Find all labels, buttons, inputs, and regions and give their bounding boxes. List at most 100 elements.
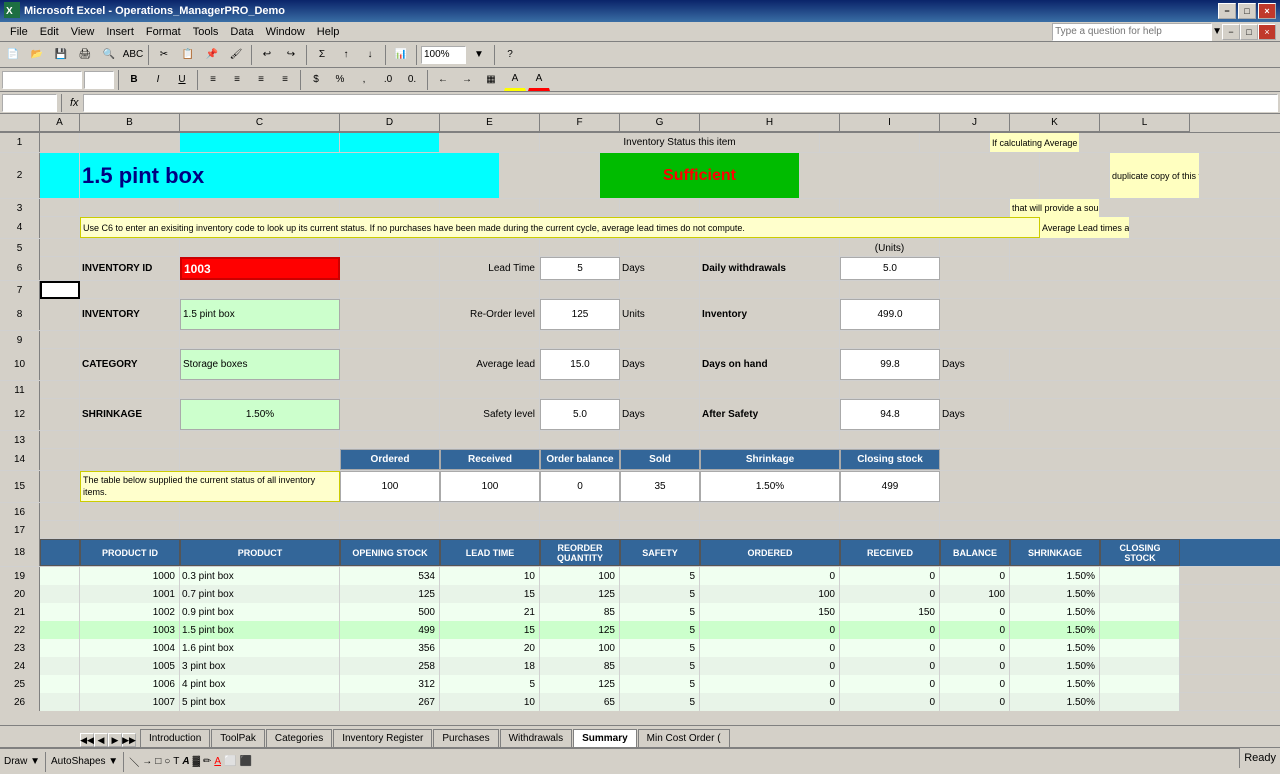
product-id-22[interactable]: 1003 — [80, 621, 180, 639]
cell-c16[interactable] — [180, 503, 340, 521]
shrinkage-19[interactable]: 1.50% — [1010, 567, 1100, 585]
col-header-h[interactable]: H — [700, 114, 840, 132]
cell-h9[interactable] — [700, 331, 840, 349]
draw-arrow-icon[interactable]: → — [142, 756, 152, 767]
inventory-i-value[interactable]: 499.0 — [840, 299, 940, 330]
shrinkage-26[interactable]: 1.50% — [1010, 693, 1100, 711]
ordered-20[interactable]: 100 — [700, 585, 840, 603]
cell-c1[interactable] — [180, 133, 340, 152]
help-restore-btn[interactable]: □ — [1240, 24, 1258, 40]
chart-btn[interactable]: 📊 — [390, 44, 412, 66]
cell-a-21[interactable] — [40, 603, 80, 621]
currency-btn[interactable]: $ — [305, 69, 327, 91]
cell-d7[interactable] — [340, 281, 440, 299]
cell-h13[interactable] — [700, 431, 840, 449]
opening-23[interactable]: 356 — [340, 639, 440, 657]
autosum-btn[interactable]: Σ — [311, 44, 333, 66]
cell-a-25[interactable] — [40, 675, 80, 693]
cell-c5[interactable] — [180, 239, 340, 257]
sheet-tab-purchases[interactable]: Purchases — [433, 729, 498, 747]
cell-b7[interactable] — [80, 281, 180, 299]
underline-btn[interactable]: U — [171, 69, 193, 91]
reorder-26[interactable]: 65 — [540, 693, 620, 711]
cell-a10[interactable] — [40, 349, 80, 380]
cell-g7[interactable] — [620, 281, 700, 299]
balance-19[interactable]: 0 — [940, 567, 1010, 585]
help-dropdown-icon[interactable]: ▼ — [1212, 26, 1222, 37]
draw-rect-icon[interactable]: □ — [155, 756, 161, 767]
cell-a4[interactable] — [40, 217, 80, 238]
balance-21[interactable]: 0 — [940, 603, 1010, 621]
cell-d3[interactable] — [340, 199, 440, 217]
indent-increase-btn[interactable]: → — [456, 69, 478, 91]
cell-i11[interactable] — [840, 381, 940, 399]
reorder-22[interactable]: 125 — [540, 621, 620, 639]
cell-a12[interactable] — [40, 399, 80, 430]
cell-e5[interactable] — [440, 239, 540, 257]
cell-i3[interactable] — [840, 199, 940, 217]
cell-a-20[interactable] — [40, 585, 80, 603]
cell-g13[interactable] — [620, 431, 700, 449]
shrinkage-23[interactable]: 1.50% — [1010, 639, 1100, 657]
after-safety-value[interactable]: 94.8 — [840, 399, 940, 430]
closing-21[interactable] — [1100, 603, 1180, 621]
sheet-tab-toolpak[interactable]: ToolPak — [211, 729, 265, 747]
product-id-26[interactable]: 1007 — [80, 693, 180, 711]
lead-19[interactable]: 10 — [440, 567, 540, 585]
opening-19[interactable]: 534 — [340, 567, 440, 585]
ordered-24[interactable]: 0 — [700, 657, 840, 675]
italic-btn[interactable]: I — [147, 69, 169, 91]
cell-g5[interactable] — [620, 239, 700, 257]
menu-file[interactable]: File — [4, 24, 34, 40]
cell-d6[interactable] — [340, 257, 440, 280]
cell-c9[interactable] — [180, 331, 340, 349]
shrinkage-25[interactable]: 1.50% — [1010, 675, 1100, 693]
reorder-21[interactable]: 85 — [540, 603, 620, 621]
menu-help[interactable]: Help — [311, 24, 346, 40]
draw-fill-icon[interactable]: ▓ — [193, 756, 200, 767]
cell-c3[interactable] — [180, 199, 340, 217]
draw-text-icon[interactable]: T — [173, 756, 179, 767]
comma-btn[interactable]: , — [353, 69, 375, 91]
lead-23[interactable]: 20 — [440, 639, 540, 657]
cell-a9[interactable] — [40, 331, 80, 349]
paste-btn[interactable]: 📌 — [201, 44, 223, 66]
sheet-tab-inventory-register[interactable]: Inventory Register — [333, 729, 432, 747]
cell-h5[interactable] — [700, 239, 840, 257]
received-21[interactable]: 150 — [840, 603, 940, 621]
product-name-22[interactable]: 1.5 pint box — [180, 621, 340, 639]
col-header-j[interactable]: J — [940, 114, 1010, 132]
increase-decimal-btn[interactable]: .0 — [377, 69, 399, 91]
cell-a11[interactable] — [40, 381, 80, 399]
cell-e2[interactable] — [500, 153, 600, 198]
shrinkage-22[interactable]: 1.50% — [1010, 621, 1100, 639]
borders-btn[interactable]: ▦ — [480, 69, 502, 91]
help-search-input[interactable] — [1052, 23, 1212, 41]
sheet-tab-summary[interactable]: Summary — [573, 729, 637, 747]
menu-window[interactable]: Window — [260, 24, 311, 40]
cell-b1[interactable] — [80, 133, 180, 152]
inventory-id-cell[interactable]: 1003 — [180, 257, 340, 280]
grid-scroll-area[interactable]: A B C D E F G H I J K L 1 — [0, 114, 1280, 725]
cell-b14[interactable] — [80, 449, 180, 470]
cell-j6[interactable] — [940, 257, 1010, 280]
cell-d8[interactable] — [340, 299, 440, 330]
lead-time-value[interactable]: 5 — [540, 257, 620, 280]
cell-e1[interactable] — [440, 133, 540, 152]
ordered-22[interactable]: 0 — [700, 621, 840, 639]
spell-btn[interactable]: ABC — [122, 44, 144, 66]
format-painter-btn[interactable]: 🖌 — [225, 44, 247, 66]
draw-3d-icon[interactable]: ⬛ — [239, 756, 251, 767]
shrinkage-21[interactable]: 1.50% — [1010, 603, 1100, 621]
received-26[interactable]: 0 — [840, 693, 940, 711]
cell-b5[interactable] — [80, 239, 180, 257]
product-name-23[interactable]: 1.6 pint box — [180, 639, 340, 657]
cell-k1[interactable]: If calculating Average Lead — [990, 133, 1080, 152]
cell-d11[interactable] — [340, 381, 440, 399]
opening-20[interactable]: 125 — [340, 585, 440, 603]
safety-19[interactable]: 5 — [620, 567, 700, 585]
shrinkage-24[interactable]: 1.50% — [1010, 657, 1100, 675]
cell-a14[interactable] — [40, 449, 80, 470]
new-btn[interactable]: 📄 — [2, 44, 24, 66]
opening-26[interactable]: 267 — [340, 693, 440, 711]
